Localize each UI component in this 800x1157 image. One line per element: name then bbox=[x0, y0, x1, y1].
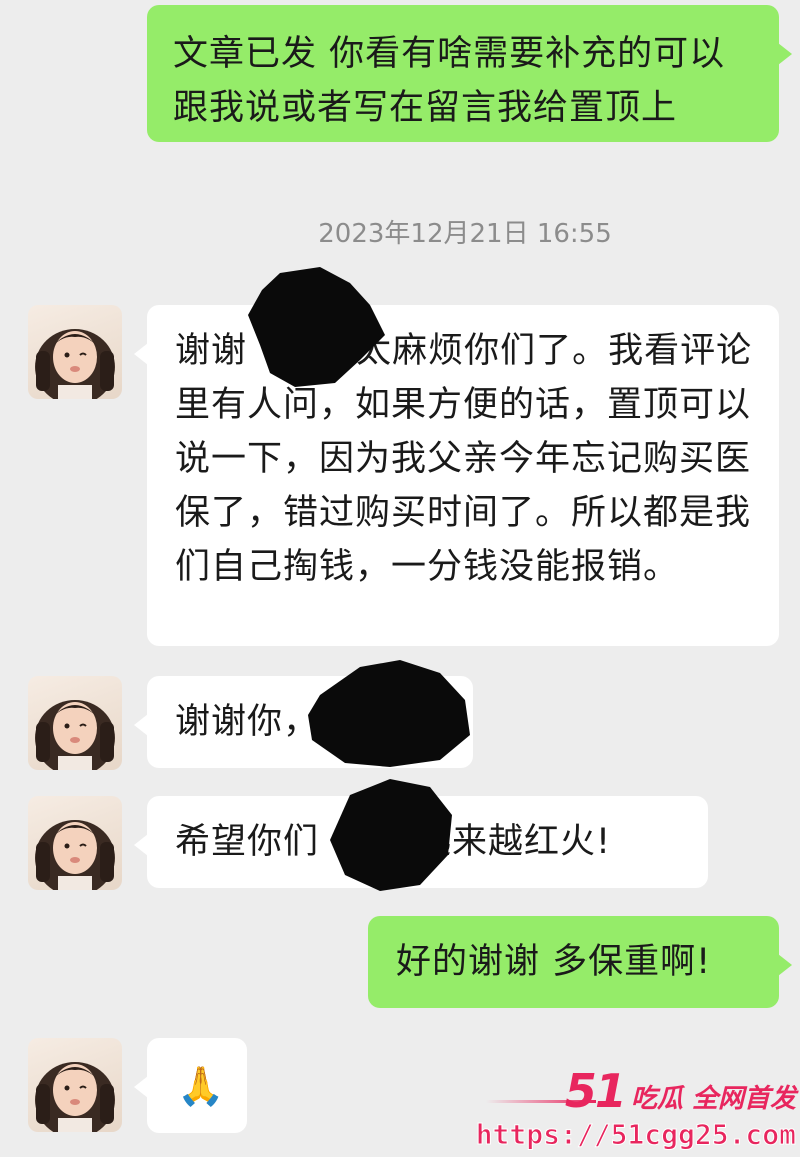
contact-avatar[interactable] bbox=[28, 796, 122, 890]
watermark-streak bbox=[486, 1100, 596, 1103]
outgoing-message-bubble[interactable]: 好的谢谢 多保重啊! bbox=[368, 916, 792, 1008]
incoming-message-bubble[interactable]: 🙏 bbox=[134, 1038, 247, 1133]
redaction-scribble bbox=[330, 779, 452, 891]
outgoing-message-bubble[interactable]: 文章已发 你看有啥需要补充的可以跟我说或者写在留言我给置顶上 bbox=[147, 5, 792, 142]
redaction-scribble bbox=[308, 660, 470, 767]
message-text: 谢谢你， bbox=[175, 702, 320, 742]
message-text: 文章已发 你看有啥需要补充的可以跟我说或者写在留言我给置顶上 bbox=[173, 34, 726, 128]
praying-hands-emoji: 🙏 bbox=[177, 1064, 226, 1108]
contact-avatar[interactable] bbox=[28, 1038, 122, 1132]
watermark-brand-text: 吃瓜 全网首发 bbox=[630, 1084, 796, 1114]
watermark: 51 吃瓜 全网首发 https://51cgg25.com bbox=[475, 1064, 796, 1152]
contact-avatar[interactable] bbox=[28, 676, 122, 770]
contact-avatar[interactable] bbox=[28, 305, 122, 399]
redaction-scribble bbox=[248, 267, 385, 387]
watermark-url: https://51cgg25.com bbox=[475, 1118, 796, 1152]
chat-timestamp: 2023年12月21日 16:55 bbox=[318, 219, 612, 249]
watermark-brand-number: 51 bbox=[564, 1064, 627, 1118]
message-text: 好的谢谢 多保重啊! bbox=[396, 942, 712, 982]
watermark-brand: 51 吃瓜 全网首发 bbox=[476, 1064, 796, 1118]
